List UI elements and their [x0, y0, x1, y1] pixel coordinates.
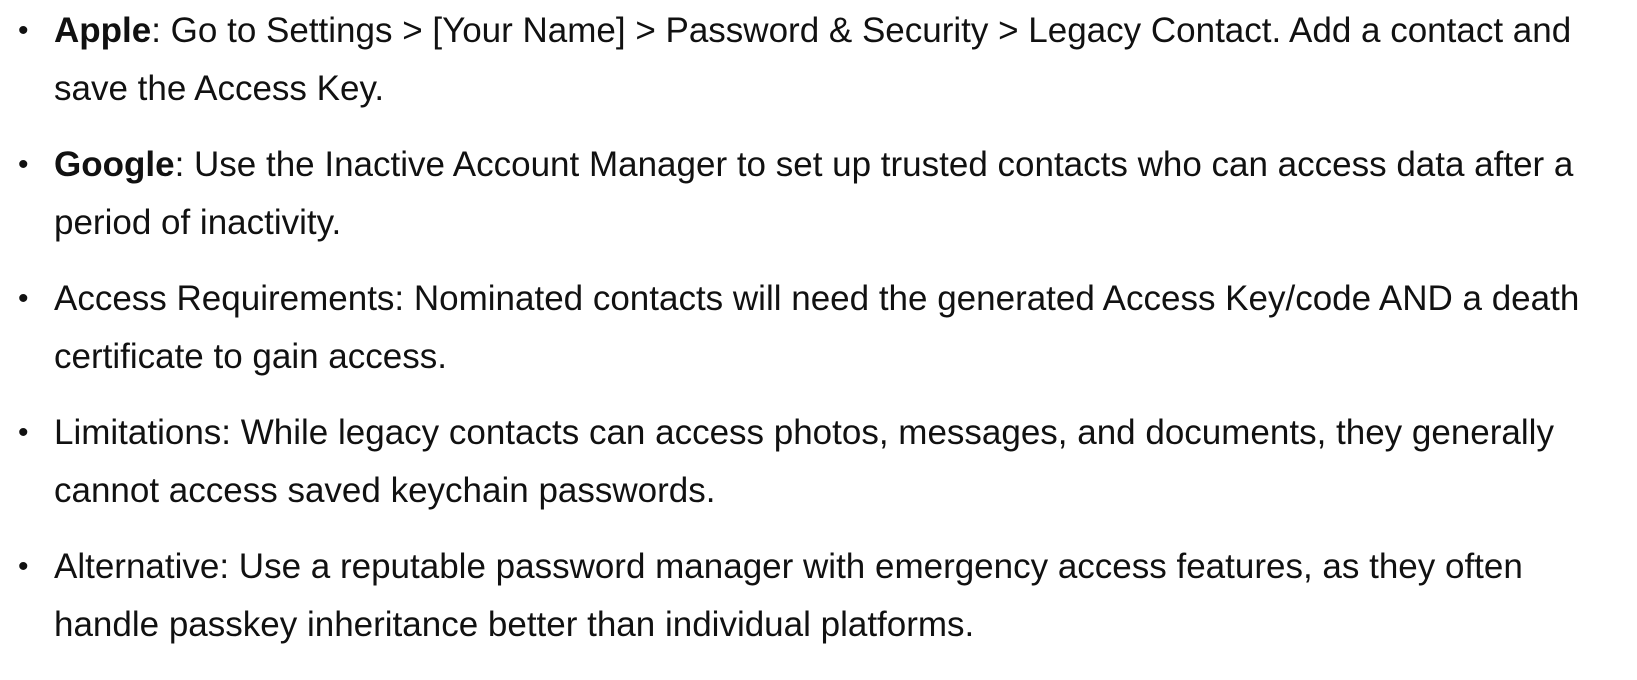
- bullet-text: : Use the Inactive Account Manager to se…: [54, 145, 1574, 242]
- bullet-text: Alternative: Use a reputable password ma…: [54, 547, 1523, 644]
- bullet-item-alternative: • Alternative: Use a reputable password …: [0, 538, 1637, 654]
- bullet-item-google: • Google: Use the Inactive Account Manag…: [0, 136, 1637, 252]
- bullet-icon: •: [18, 14, 29, 47]
- document-body: • Apple: Go to Settings > [Your Name] > …: [0, 0, 1637, 680]
- bullet-icon: •: [18, 148, 29, 181]
- bullet-item-limitations: • Limitations: While legacy contacts can…: [0, 404, 1637, 520]
- bullet-text: Limitations: While legacy contacts can a…: [54, 413, 1554, 510]
- bullet-icon: •: [18, 550, 29, 583]
- bullet-term: Google: [54, 145, 175, 184]
- bullet-icon: •: [18, 282, 29, 315]
- bullet-term: Apple: [54, 11, 152, 50]
- bullet-text: Access Requirements: Nominated contacts …: [54, 279, 1580, 376]
- bullet-item-access-requirements: • Access Requirements: Nominated contact…: [0, 270, 1637, 386]
- bullet-icon: •: [18, 416, 29, 449]
- bullet-item-apple: • Apple: Go to Settings > [Your Name] > …: [0, 2, 1637, 118]
- bullet-text: : Go to Settings > [Your Name] > Passwor…: [54, 11, 1572, 108]
- bullet-list: • Apple: Go to Settings > [Your Name] > …: [0, 2, 1637, 654]
